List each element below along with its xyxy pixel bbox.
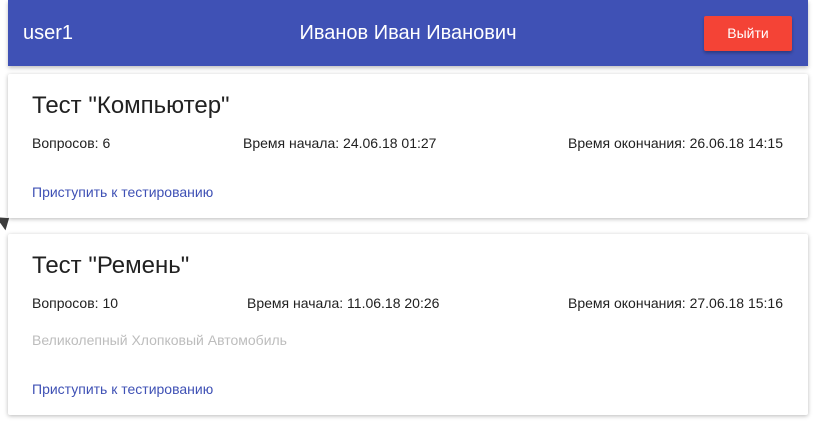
test-title: Тест "Компьютер" xyxy=(32,92,230,119)
app-header: user1 Иванов Иван Иванович Выйти xyxy=(8,0,808,66)
test-question-count: Вопросов: 10 xyxy=(32,295,119,311)
test-question-count: Вопросов: 6 xyxy=(32,135,111,151)
page: user1 Иванов Иван Иванович Выйти Тест "К… xyxy=(0,0,827,423)
header-full-name: Иванов Иван Иванович xyxy=(299,22,517,44)
test-title: Тест "Ремень" xyxy=(32,252,190,279)
start-test-link[interactable]: Приступить к тестированию xyxy=(32,184,213,200)
test-end-time: Время окончания: 27.06.18 15:16 xyxy=(567,295,783,311)
test-start-time: Время начала: 11.06.18 20:26 xyxy=(247,295,440,311)
test-card: Тест "Компьютер" Вопросов: 6 Время начал… xyxy=(8,74,808,218)
test-description: Великолепный Хлопковый Автомобиль xyxy=(32,332,287,348)
test-card: Тест "Ремень" Вопросов: 10 Время начала:… xyxy=(8,234,808,415)
start-test-link[interactable]: Приступить к тестированию xyxy=(32,381,213,397)
logout-button[interactable]: Выйти xyxy=(704,16,792,51)
test-start-time: Время начала: 24.06.18 01:27 xyxy=(243,135,437,151)
test-end-time: Время окончания: 26.06.18 14:15 xyxy=(567,135,783,151)
